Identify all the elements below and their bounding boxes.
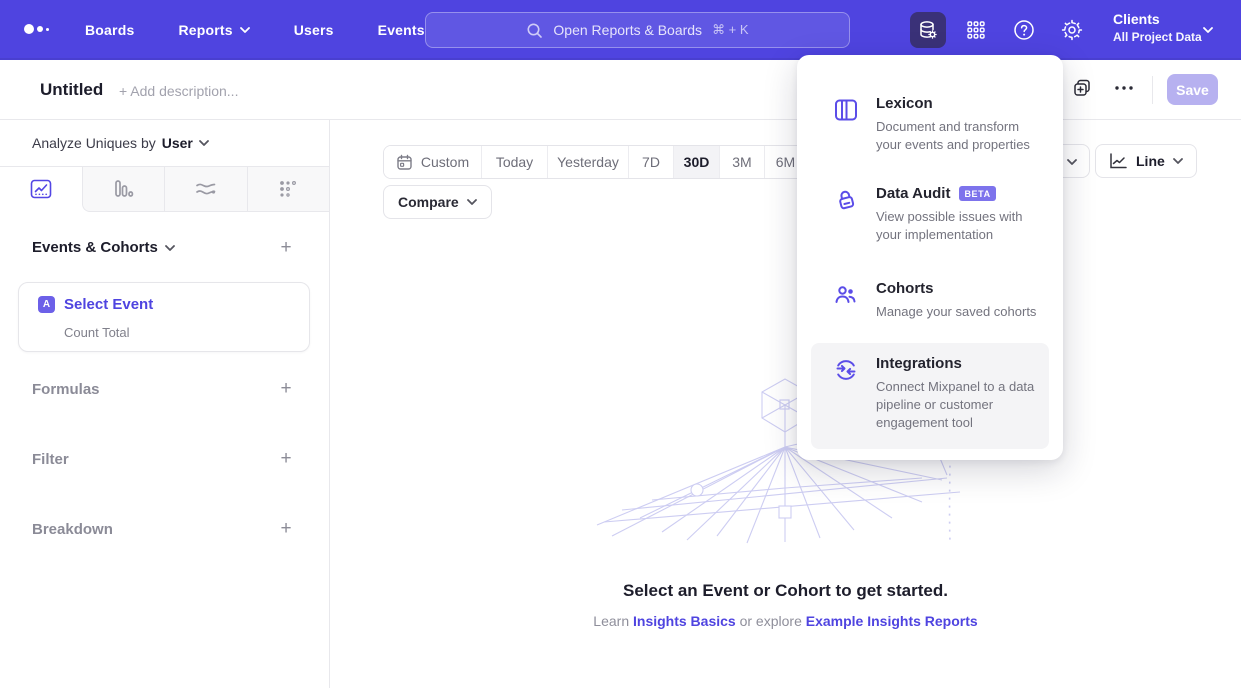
menu-item-integrations[interactable]: Integrations Connect Mixpanel to a data …: [811, 343, 1049, 449]
range-30d-button[interactable]: 30D: [673, 146, 719, 178]
add-formula-button[interactable]: +: [277, 380, 295, 398]
save-button[interactable]: Save: [1167, 74, 1218, 105]
data-management-button[interactable]: [910, 12, 946, 48]
gear-icon: [1060, 18, 1084, 42]
chevron-down-icon: [240, 27, 250, 33]
more-options-button[interactable]: [1113, 80, 1135, 96]
more-dots-icon: [1113, 80, 1135, 96]
menu-item-lexicon[interactable]: Lexicon Document and transform your even…: [811, 83, 1049, 166]
count-total-selector[interactable]: Count Total: [64, 325, 130, 340]
database-gear-icon: [917, 19, 939, 41]
insights-line-chart-icon: [29, 177, 53, 201]
empty-state-subtitle: Learn Insights Basics or explore Example…: [330, 613, 1241, 629]
event-series-badge: A: [38, 296, 55, 313]
empty-state-title: Select an Event or Cohort to get started…: [330, 581, 1241, 601]
date-range-group: Custom Today Yesterday 7D 30D 3M 6M: [383, 145, 807, 179]
select-event-label[interactable]: Select Event: [64, 296, 153, 313]
header-divider: [1152, 76, 1153, 104]
range-3m-button[interactable]: 3M: [719, 146, 764, 178]
chevron-down-icon: [199, 140, 209, 146]
add-description-field[interactable]: + Add description...: [119, 83, 238, 99]
report-type-tabs: [0, 167, 329, 212]
retention-icon: [276, 177, 300, 201]
calendar-icon: [396, 154, 413, 171]
tab-insights[interactable]: [0, 167, 82, 212]
insights-basics-link[interactable]: Insights Basics: [633, 613, 736, 629]
line-chart-icon: [1109, 153, 1128, 170]
nav-links: Boards Reports Users Events: [85, 0, 425, 60]
add-filter-button[interactable]: +: [277, 450, 295, 468]
subtitle-prefix: Learn: [593, 613, 629, 629]
report-title[interactable]: Untitled: [40, 80, 103, 100]
filter-section-label: Filter: [32, 451, 69, 468]
chevron-down-icon: [1173, 158, 1183, 164]
lexicon-book-icon: [833, 97, 859, 123]
cohorts-users-icon: [833, 282, 859, 308]
duplicate-icon: [1072, 78, 1092, 98]
top-navigation: Boards Reports Users Events Open Reports…: [0, 0, 1241, 60]
chevron-down-icon: [467, 199, 477, 205]
nav-item-events[interactable]: Events: [378, 22, 425, 38]
analyze-value-selector[interactable]: User: [162, 135, 209, 151]
range-7d-button[interactable]: 7D: [628, 146, 673, 178]
tab-funnels[interactable]: [82, 167, 165, 212]
events-cohorts-header[interactable]: Events & Cohorts: [32, 239, 175, 256]
help-button[interactable]: [1006, 12, 1042, 48]
search-shortcut: ⌘ + K: [712, 22, 749, 38]
compare-button[interactable]: Compare: [383, 185, 492, 219]
analyze-uniques-row: Analyze Uniques by User: [0, 120, 329, 167]
breakdown-section-label: Breakdown: [32, 521, 113, 538]
tab-retention[interactable]: [247, 167, 330, 212]
query-builder-sidebar: Analyze Uniques by User: [0, 120, 330, 688]
range-yesterday-button[interactable]: Yesterday: [547, 146, 628, 178]
apps-grid-icon: [965, 19, 987, 41]
menu-item-cohorts[interactable]: Cohorts Manage your saved cohorts: [811, 268, 1049, 333]
flows-icon: [193, 177, 219, 201]
data-management-menu: Lexicon Document and transform your even…: [797, 55, 1063, 460]
menu-item-data-audit[interactable]: Data Audit BETA View possible issues wit…: [811, 173, 1049, 256]
duplicate-button[interactable]: [1072, 78, 1092, 98]
chevron-down-icon: [1067, 159, 1077, 165]
integrations-sync-icon: [833, 357, 859, 383]
data-audit-icon: [833, 187, 859, 213]
search-placeholder: Open Reports & Boards: [553, 22, 702, 38]
analyze-label: Analyze Uniques by: [32, 135, 156, 151]
nav-item-reports[interactable]: Reports: [178, 22, 249, 38]
subtitle-middle: or explore: [740, 613, 802, 629]
nav-item-boards[interactable]: Boards: [85, 22, 134, 38]
chevron-down-icon: [165, 245, 175, 251]
search-input[interactable]: Open Reports & Boards ⌘ + K: [425, 12, 850, 48]
apps-grid-button[interactable]: [958, 12, 994, 48]
chevron-down-icon: [1203, 27, 1213, 33]
beta-badge: BETA: [959, 186, 995, 201]
search-icon: [526, 22, 543, 39]
range-today-button[interactable]: Today: [481, 146, 547, 178]
event-card[interactable]: A Select Event Count Total: [18, 282, 310, 352]
bar-chart-icon: [111, 177, 135, 201]
help-icon: [1012, 18, 1036, 42]
chart-type-selector[interactable]: Line: [1095, 144, 1197, 178]
chart-area: Custom Today Yesterday 7D 30D 3M 6M Comp…: [330, 120, 1241, 688]
example-reports-link[interactable]: Example Insights Reports: [806, 613, 978, 629]
nav-item-users[interactable]: Users: [294, 22, 334, 38]
add-breakdown-button[interactable]: +: [277, 520, 295, 538]
settings-button[interactable]: [1054, 12, 1090, 48]
tab-flows[interactable]: [164, 167, 247, 212]
formulas-section-label: Formulas: [32, 381, 100, 398]
range-custom-button[interactable]: Custom: [384, 146, 481, 178]
add-event-button[interactable]: +: [277, 239, 295, 257]
mixpanel-logo-icon[interactable]: [24, 24, 49, 34]
